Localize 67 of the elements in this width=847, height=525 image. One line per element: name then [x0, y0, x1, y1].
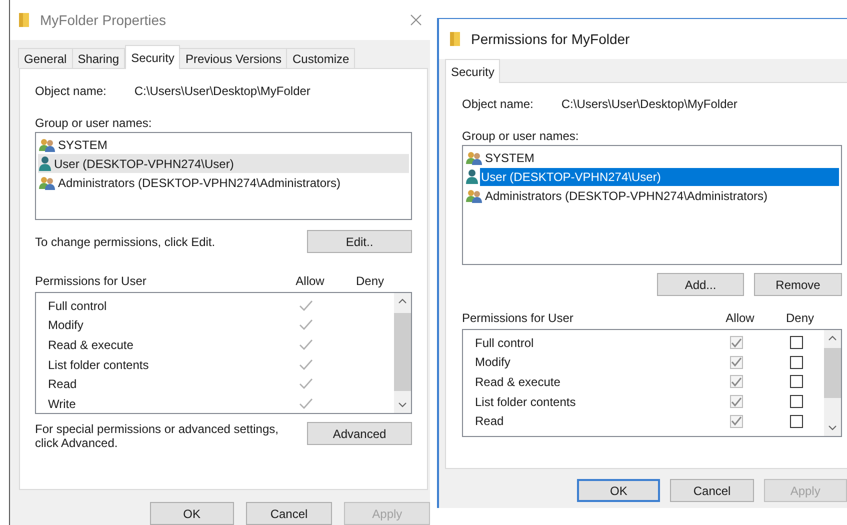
remove-button[interactable]: Remove — [754, 273, 842, 296]
window-title: Permissions for MyFolder — [471, 30, 630, 49]
permission-label: Read & execute — [475, 374, 562, 391]
field-label: Object name: — [35, 83, 106, 100]
permission-label: Full control — [48, 298, 108, 315]
checkbox[interactable] — [790, 375, 802, 388]
scrollbar-thumb[interactable] — [824, 348, 841, 398]
dialog-button[interactable]: OK — [577, 479, 660, 502]
folder-icon — [18, 12, 30, 28]
scroll-down-icon — [828, 425, 837, 431]
user-list-item[interactable]: User (DESKTOP-VPHN274\User) — [38, 154, 409, 173]
section-label: Group or user names: — [35, 115, 153, 130]
permission-label: Read — [48, 376, 78, 394]
scrollbar[interactable] — [394, 293, 411, 413]
hint-text: To change permissions, click Edit. — [35, 234, 216, 250]
group-icon — [39, 138, 55, 152]
group-icon — [466, 150, 482, 164]
user-icon — [39, 156, 51, 171]
dialog-button[interactable]: Cancel — [246, 502, 332, 525]
checkbox[interactable] — [790, 356, 802, 369]
advanced-button[interactable]: Advanced — [307, 422, 412, 445]
permission-label: Full control — [475, 334, 535, 352]
group-icon — [466, 188, 482, 202]
group-icon — [39, 176, 55, 190]
window-title: MyFolder Properties — [40, 10, 166, 30]
user-list-item[interactable]: Administrators (DESKTOP-VPHN274\Administrators) — [465, 186, 839, 205]
checkbox[interactable] — [790, 395, 802, 408]
tab[interactable]: General — [18, 48, 73, 68]
permission-label: Modify — [475, 354, 512, 372]
edit-button[interactable]: Edit.. — [307, 230, 412, 253]
scrollbar[interactable] — [824, 330, 841, 436]
scroll-up-icon — [398, 298, 407, 304]
permission-label: Read — [475, 413, 505, 430]
tab[interactable]: Customize — [286, 48, 356, 68]
dialog-button[interactable]: OK — [150, 502, 234, 525]
permission-label: Read & execute — [48, 336, 134, 354]
tab[interactable]: Security — [445, 59, 500, 83]
checkbox[interactable] — [790, 414, 802, 428]
user-list-item[interactable]: Administrators (DESKTOP-VPHN274\Administrators) — [38, 173, 409, 192]
column-header: Allow — [724, 310, 756, 327]
close-icon — [410, 14, 422, 26]
section-label: Permissions for User — [35, 273, 148, 290]
dialog-button[interactable]: Cancel — [670, 479, 754, 502]
user-list-item[interactable]: SYSTEM — [465, 148, 839, 167]
permission-label: Modify — [48, 317, 84, 334]
section-label: Permissions for User — [462, 310, 574, 327]
tab[interactable]: Sharing — [72, 48, 126, 68]
scrollbar-thumb[interactable] — [394, 313, 411, 391]
permission-label: List folder contents — [475, 394, 577, 411]
permission-label: List folder contents — [48, 356, 150, 374]
field-label: Object name: — [462, 96, 534, 113]
permission-label: Write — [48, 396, 77, 413]
column-header: Deny — [354, 273, 385, 290]
scroll-up-icon — [828, 335, 837, 341]
user-icon — [466, 169, 478, 184]
checkbox[interactable] — [790, 336, 802, 350]
user-list-item[interactable]: SYSTEM — [38, 135, 409, 154]
column-header: Deny — [784, 310, 815, 327]
column-header: Allow — [294, 273, 326, 290]
scroll-down-icon — [398, 402, 407, 408]
section-label: Group or user names: — [462, 128, 580, 143]
object-path: C:\Users\User\Desktop\MyFolder — [134, 83, 310, 100]
folder-icon — [449, 31, 461, 47]
hint-text: For special permissions or advanced settings, click Advanced. — [35, 422, 280, 450]
object-path: C:\Users\User\Desktop\MyFolder — [561, 96, 738, 113]
add-button[interactable]: Add... — [657, 273, 744, 296]
tab[interactable]: Security — [125, 45, 180, 69]
